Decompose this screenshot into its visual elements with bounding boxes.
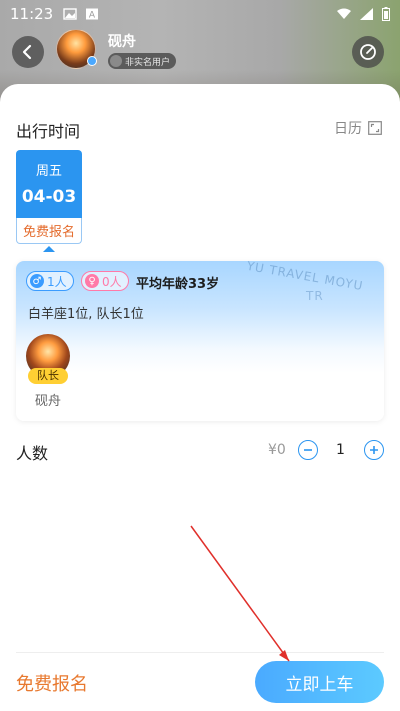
leader-badge: 队长 [28, 368, 68, 384]
date-free-label: 免费报名 [16, 218, 82, 244]
bottom-divider [16, 652, 384, 653]
header-user-name: 砚舟 [108, 34, 136, 50]
quantity-value: 1 [336, 442, 345, 458]
gallery-icon [63, 8, 77, 20]
signal-icon [360, 8, 373, 20]
plus-icon [370, 446, 378, 454]
board-now-button[interactable]: 立即上车 [255, 661, 384, 703]
back-button[interactable] [12, 36, 44, 68]
average-age: 平均年龄33岁 [136, 277, 220, 292]
verified-dot-icon [87, 56, 97, 66]
share-button[interactable] [352, 36, 384, 68]
departure-time-title: 出行时间 [16, 122, 81, 141]
real-name-badge: 非实名用户 [108, 53, 177, 69]
calendar-link[interactable]: 日历 [334, 118, 382, 138]
increase-button[interactable] [364, 440, 384, 460]
member-name: 砚舟 [34, 394, 61, 409]
price-value: ¥0 [268, 442, 286, 458]
badge-icon [110, 55, 122, 67]
real-name-badge-label: 非实名用户 [125, 57, 171, 68]
svg-text:A: A [89, 11, 96, 21]
female-count: 0人 [102, 274, 122, 289]
female-icon: ♀ [85, 274, 99, 288]
selection-pointer-icon [43, 246, 55, 252]
calendar-label: 日历 [334, 121, 362, 137]
female-count-badge: ♀ 0人 [81, 271, 129, 291]
expand-icon [368, 121, 382, 135]
male-icon: ♂ [30, 274, 44, 288]
date-value: 04-03 [21, 187, 77, 207]
date-chip[interactable]: 周五 04-03 [16, 150, 82, 218]
status-right-icons [336, 7, 390, 21]
decrease-button[interactable] [298, 440, 318, 460]
wifi-icon [337, 8, 351, 19]
back-arrow-icon [22, 44, 32, 60]
font-app-icon: A [86, 8, 99, 21]
constellation-summary: 白羊座1位, 队长1位 [28, 307, 144, 322]
bottom-free-label: 免费报名 [16, 674, 88, 695]
member-item[interactable]: 队长 砚舟 [26, 334, 70, 409]
male-count-badge: ♂ 1人 [26, 271, 74, 291]
status-time: 11:23 [10, 5, 54, 23]
status-bar: 11:23 A [0, 0, 400, 28]
compass-icon [360, 44, 376, 60]
minus-icon [304, 449, 312, 451]
male-count: 1人 [47, 274, 67, 289]
user-avatar[interactable] [56, 29, 97, 69]
trip-card: YU TRAVEL MOYU TR ♂ 1人 ♀ 0人 平均年龄33岁 白羊座1… [16, 261, 384, 421]
people-count-label: 人数 [16, 444, 49, 463]
battery-icon [382, 7, 390, 21]
date-day-of-week: 周五 [35, 164, 62, 179]
card-watermark-2: TR [306, 289, 324, 303]
